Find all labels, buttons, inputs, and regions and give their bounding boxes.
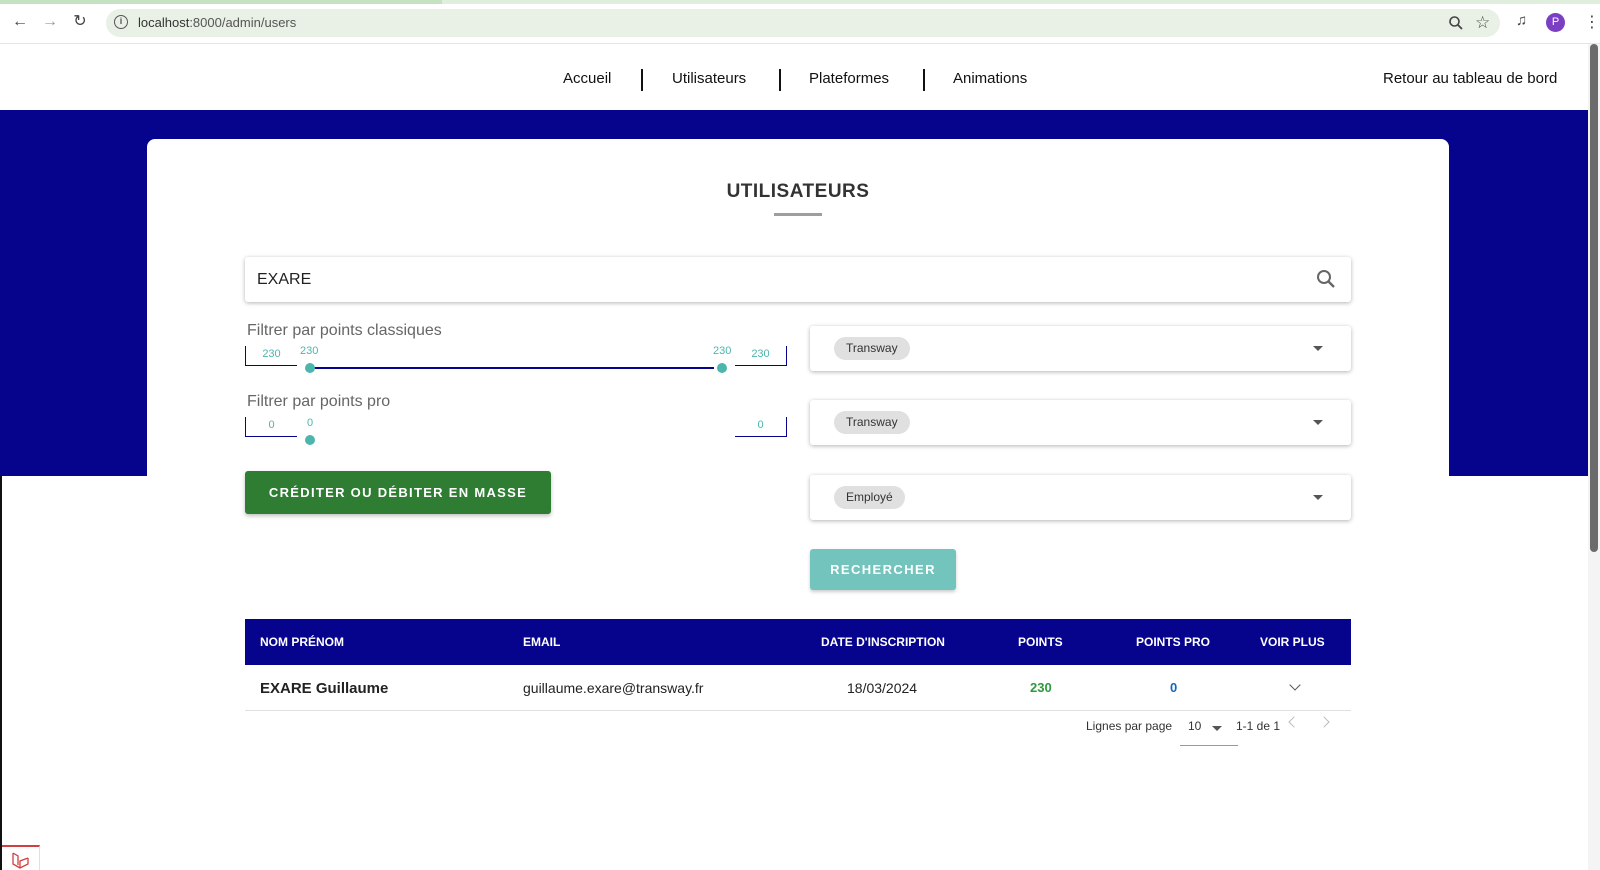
- classic-low-thumb-label: 230: [300, 345, 319, 357]
- company-select[interactable]: Transway: [810, 400, 1351, 445]
- role-chip[interactable]: Employé: [834, 486, 905, 509]
- forward-icon[interactable]: →: [40, 12, 60, 32]
- chevron-down-icon[interactable]: [1313, 420, 1323, 425]
- nav-divider: [641, 69, 643, 91]
- cell-name: EXARE Guillaume: [260, 680, 389, 697]
- classic-slider-track[interactable]: [309, 367, 714, 369]
- tab-strip: [0, 0, 1600, 4]
- title-underline: [774, 213, 822, 216]
- profile-avatar[interactable]: P: [1546, 13, 1565, 32]
- media-control-icon[interactable]: ♫: [1516, 12, 1527, 29]
- cell-email: guillaume.exare@transway.fr: [523, 680, 704, 696]
- url-text[interactable]: localhost:8000/admin/users: [138, 15, 296, 30]
- chevron-down-icon[interactable]: [1313, 346, 1323, 351]
- pro-thumb-label: 0: [307, 417, 314, 429]
- bookmark-star-icon[interactable]: ☆: [1475, 13, 1490, 33]
- nav-utilisateurs[interactable]: Utilisateurs: [672, 70, 746, 87]
- nav-animations[interactable]: Animations: [953, 70, 1027, 87]
- page-range: 1-1 de 1: [1236, 719, 1281, 733]
- dashboard-link[interactable]: Retour au tableau de bord: [1383, 70, 1557, 87]
- top-navigation: Accueil Utilisateurs Plateformes Animati…: [0, 44, 1600, 110]
- table-header: NOM PRÉNOM EMAIL DATE D'INSCRIPTION POIN…: [245, 619, 1351, 665]
- cell-date: 18/03/2024: [847, 680, 918, 696]
- column-header-points[interactable]: POINTS: [1018, 635, 1063, 649]
- nav-divider: [779, 69, 781, 91]
- users-card: UTILISATEURS EXARE Filtrer par points cl…: [147, 139, 1449, 870]
- classic-low-thumb[interactable]: [305, 363, 315, 373]
- pro-min-input[interactable]: 0: [245, 417, 297, 437]
- chevron-down-icon[interactable]: [1313, 495, 1323, 500]
- platform-chip[interactable]: Transway: [834, 337, 910, 360]
- column-header-name[interactable]: NOM PRÉNOM: [260, 635, 344, 649]
- scrollbar-thumb[interactable]: [1590, 44, 1598, 552]
- expand-row-icon[interactable]: [1289, 679, 1301, 691]
- classic-high-thumb-label: 230: [713, 345, 732, 357]
- next-page-icon[interactable]: [1318, 716, 1330, 728]
- nav-divider: [923, 69, 925, 91]
- classic-high-thumb[interactable]: [717, 363, 727, 373]
- pro-slider-thumb[interactable]: [305, 435, 315, 445]
- cell-points: 230: [1030, 680, 1052, 695]
- zoom-icon[interactable]: [1448, 15, 1464, 34]
- menu-dots-icon[interactable]: ⋮: [1584, 12, 1600, 32]
- rows-per-page-underline: [1180, 745, 1238, 746]
- column-header-email[interactable]: EMAIL: [523, 635, 560, 649]
- column-header-date[interactable]: DATE D'INSCRIPTION: [821, 635, 945, 649]
- cell-points-pro: 0: [1170, 680, 1178, 695]
- search-button[interactable]: RECHERCHER: [810, 549, 956, 590]
- search-icon[interactable]: [1315, 268, 1337, 290]
- table-row[interactable]: EXARE Guillaume guillaume.exare@transway…: [245, 665, 1351, 711]
- search-value[interactable]: EXARE: [257, 271, 311, 289]
- role-select[interactable]: Employé: [810, 475, 1351, 520]
- search-input[interactable]: EXARE: [245, 257, 1351, 302]
- classic-min-input[interactable]: 230: [245, 346, 297, 366]
- address-bar[interactable]: i localhost:8000/admin/users ☆: [106, 9, 1500, 37]
- pro-points-label: Filtrer par points pro: [247, 393, 391, 410]
- prev-page-icon[interactable]: [1288, 716, 1300, 728]
- rows-per-page-select[interactable]: 10: [1188, 719, 1201, 733]
- browser-toolbar: ← → ↻ i localhost:8000/admin/users ☆ ♫ P…: [0, 0, 1600, 44]
- rows-per-page-caret-icon[interactable]: [1212, 726, 1222, 731]
- reload-icon[interactable]: ↻: [70, 12, 90, 32]
- column-header-voir-plus: VOIR PLUS: [1260, 635, 1325, 649]
- debug-bar-icon[interactable]: [2, 845, 40, 870]
- rows-per-page-label: Lignes par page: [1086, 719, 1173, 733]
- classic-points-label: Filtrer par points classiques: [247, 322, 442, 339]
- company-chip[interactable]: Transway: [834, 411, 910, 434]
- classic-max-input[interactable]: 230: [735, 346, 787, 366]
- column-header-points-pro[interactable]: POINTS PRO: [1136, 635, 1210, 649]
- nav-plateformes[interactable]: Plateformes: [809, 70, 889, 87]
- platform-select[interactable]: Transway: [810, 326, 1351, 371]
- pro-max-input[interactable]: 0: [735, 417, 787, 437]
- page-title: UTILISATEURS: [726, 181, 870, 202]
- site-info-icon[interactable]: i: [114, 15, 128, 29]
- back-icon[interactable]: ←: [10, 12, 30, 32]
- mass-credit-debit-button[interactable]: CRÉDITER OU DÉBITER EN MASSE: [245, 471, 551, 514]
- nav-accueil[interactable]: Accueil: [563, 70, 611, 87]
